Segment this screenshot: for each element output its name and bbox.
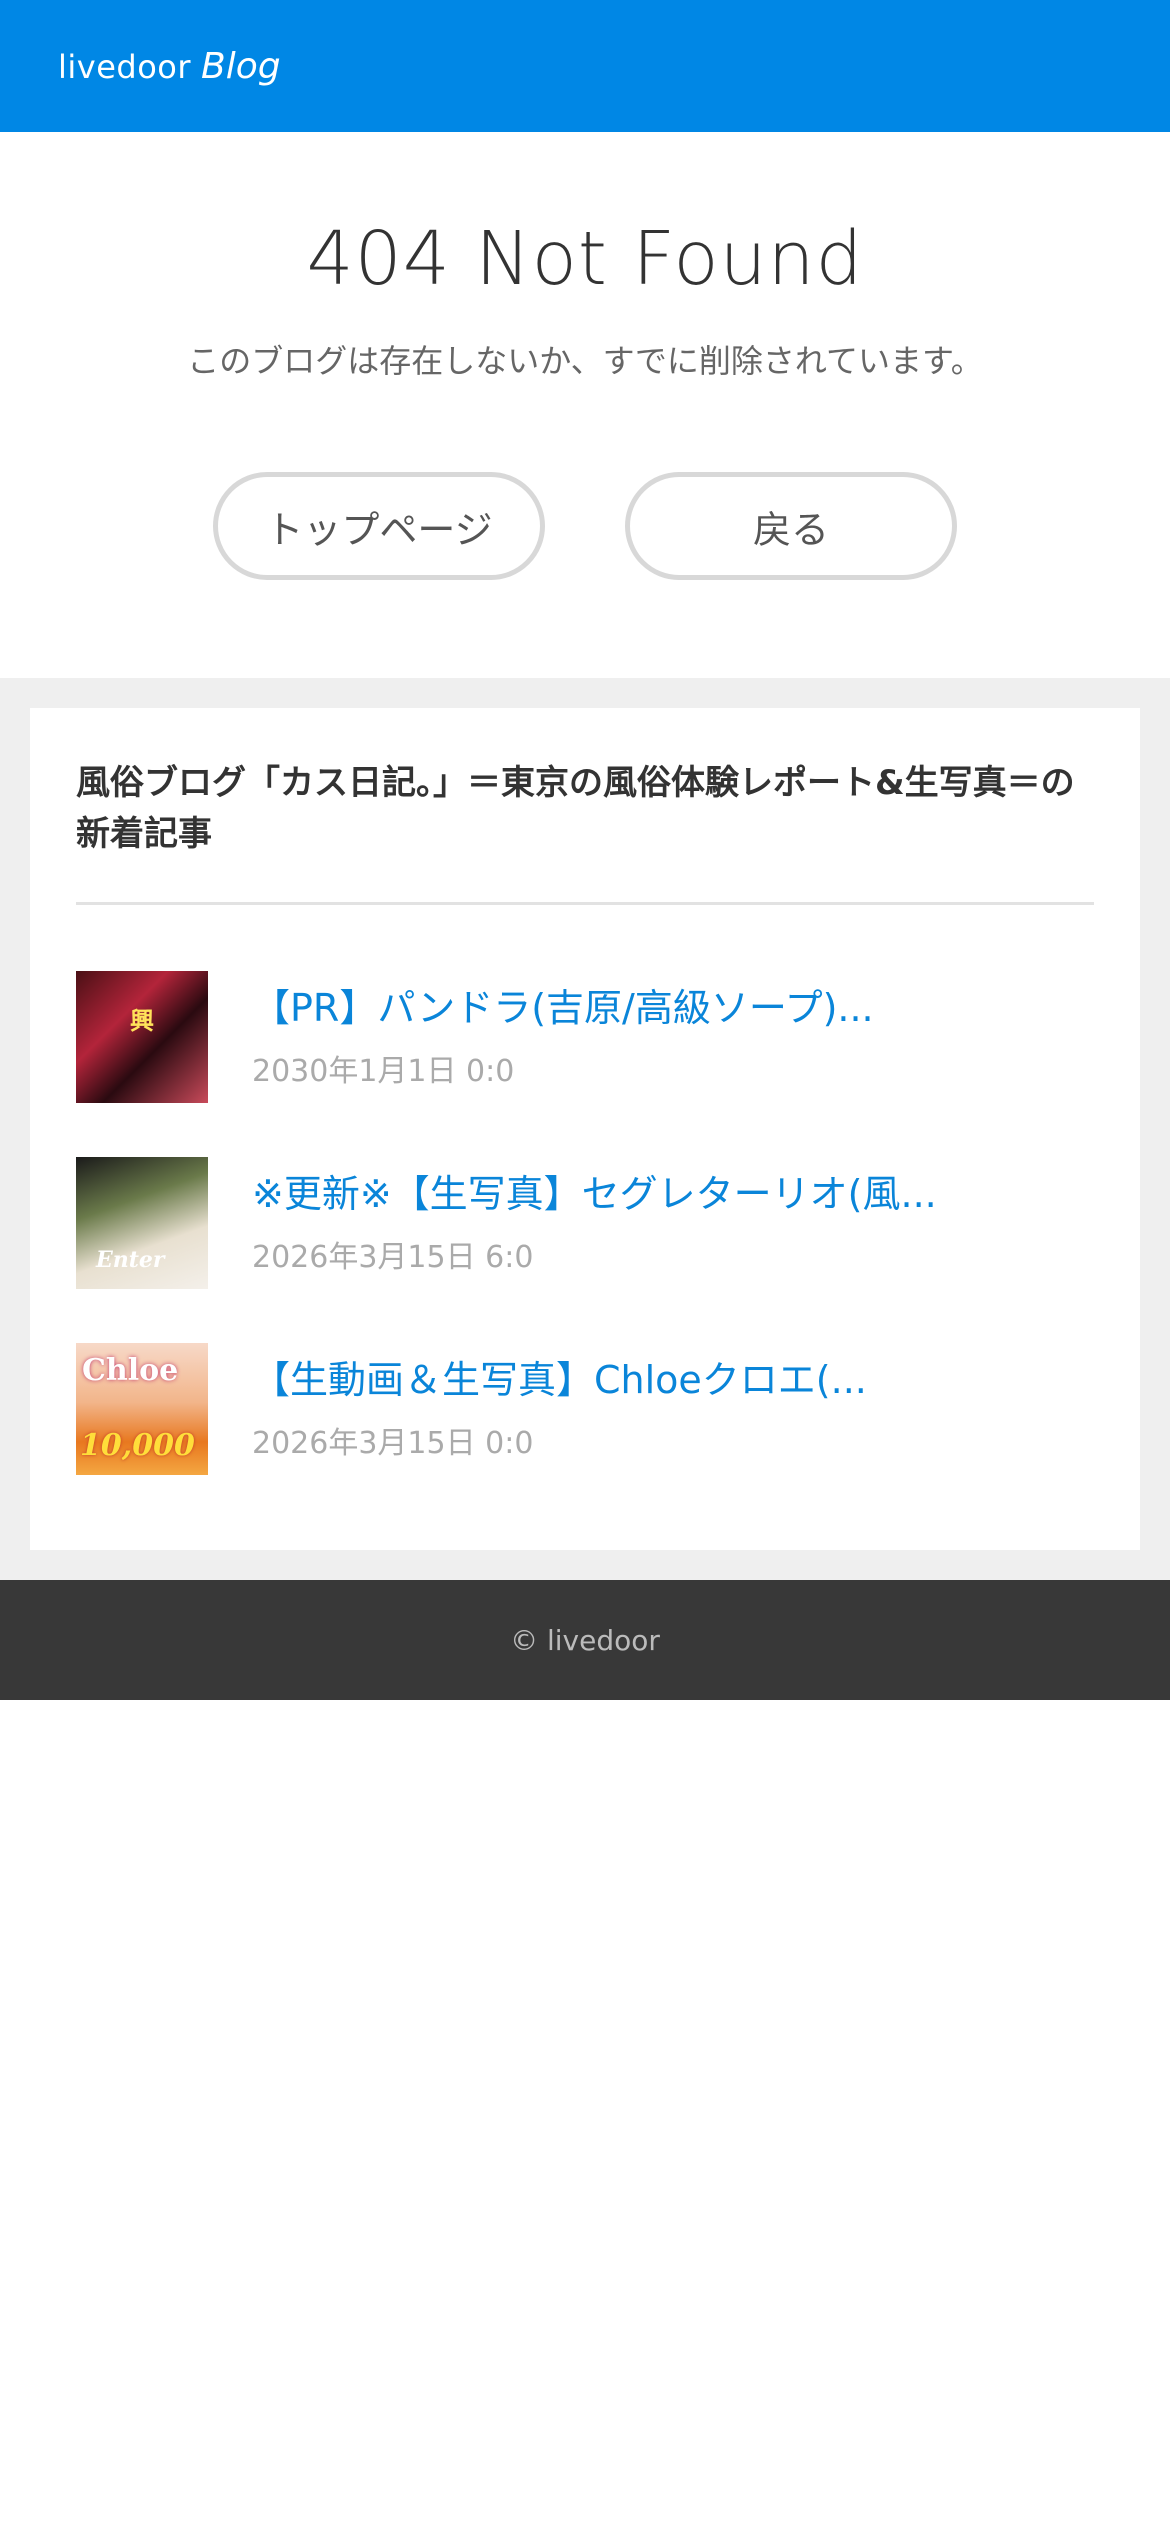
back-button[interactable]: 戻る [625,472,957,580]
thumbnail-text: Chloe [82,1353,179,1388]
article-thumbnail[interactable]: Chloe 10,000 [76,1343,208,1475]
top-page-button[interactable]: トップページ [213,472,545,580]
article-thumbnail[interactable]: 興 [76,971,208,1103]
article-body: 【生動画＆生写真】Chloeクロエ(... 2026年3月15日 0:0 [252,1356,867,1461]
site-footer: © livedoor [0,1580,1170,1700]
thumbnail-text: Enter [96,1247,165,1273]
article-body: 【PR】パンドラ(吉原/高級ソープ)... 2030年1月1日 0:0 [252,984,874,1089]
article-date: 2030年1月1日 0:0 [252,1053,515,1089]
recent-articles-card: 風俗ブログ「カス日記。」＝東京の風俗体験レポート&生写真＝の新着記事 興 【PR… [30,708,1140,1550]
article-date: 2026年3月15日 6:0 [252,1239,534,1275]
error-section: 404 Not Found このブログは存在しないか、すでに削除されています。 … [0,132,1170,678]
recent-articles-section: 風俗ブログ「カス日記。」＝東京の風俗体験レポート&生写真＝の新着記事 興 【PR… [0,678,1170,1580]
logo-brand: livedoor [58,47,192,86]
article-item[interactable]: Enter ※更新※【生写真】セグレターリオ(風... 2026年3月15日 6… [76,1157,1094,1289]
logo-product: Blog [201,45,281,87]
article-date: 2026年3月15日 0:0 [252,1425,534,1461]
article-body: ※更新※【生写真】セグレターリオ(風... 2026年3月15日 6:0 [252,1170,937,1275]
article-thumbnail[interactable]: Enter [76,1157,208,1289]
article-title-link[interactable]: ※更新※【生写真】セグレターリオ(風... [252,1170,937,1219]
error-actions: トップページ 戻る [0,472,1170,580]
site-header: livedoor Blog [0,0,1170,132]
recent-articles-heading: 風俗ブログ「カス日記。」＝東京の風俗体験レポート&生写真＝の新着記事 [76,758,1094,905]
article-item[interactable]: Chloe 10,000 【生動画＆生写真】Chloeクロエ(... 2026年… [76,1343,1094,1475]
article-title-link[interactable]: 【PR】パンドラ(吉原/高級ソープ)... [252,984,874,1033]
copyright-text: © livedoor [510,1623,660,1657]
article-item[interactable]: 興 【PR】パンドラ(吉原/高級ソープ)... 2030年1月1日 0:0 [76,971,1094,1103]
error-title: 404 Not Found [306,216,864,302]
error-message: このブログは存在しないか、すでに削除されています。 [187,342,983,380]
article-title-link[interactable]: 【生動画＆生写真】Chloeクロエ(... [252,1356,867,1405]
thumbnail-text: 興 [130,1007,154,1035]
livedoor-blog-logo[interactable]: livedoor Blog [58,46,281,87]
thumbnail-subtext: 10,000 [80,1428,195,1463]
article-list: 興 【PR】パンドラ(吉原/高級ソープ)... 2030年1月1日 0:0 En… [76,971,1094,1475]
